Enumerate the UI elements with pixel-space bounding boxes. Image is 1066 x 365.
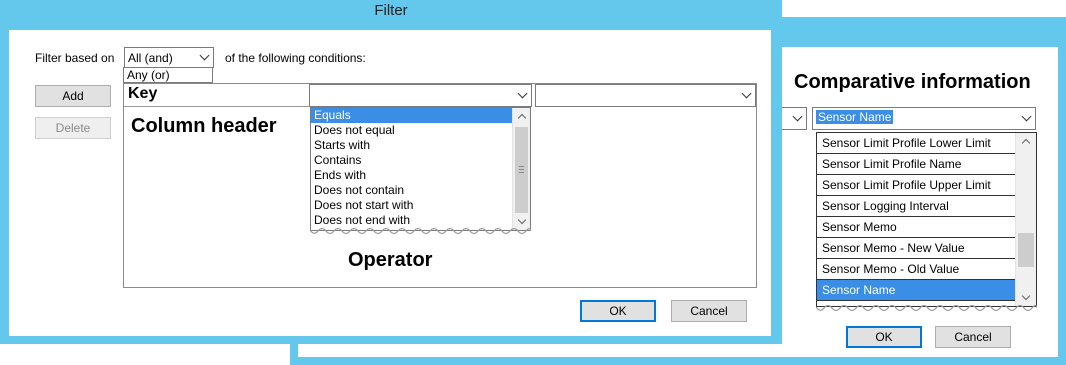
operator-combo-arrow[interactable] bbox=[781, 107, 807, 130]
filter-mode-combo[interactable]: All (and) bbox=[124, 47, 214, 68]
filter-mode-value: All (and) bbox=[128, 51, 173, 65]
operator-option[interactable]: Contains bbox=[311, 153, 513, 168]
scroll-thumb[interactable] bbox=[515, 127, 528, 213]
chevron-down-icon bbox=[1018, 108, 1035, 129]
scroll-up-icon[interactable] bbox=[513, 108, 530, 125]
scroll-up-icon[interactable] bbox=[1016, 133, 1036, 150]
value-option[interactable]: Sensor Limit Profile Lower Limit bbox=[817, 133, 1015, 154]
operator-dropdown-list[interactable]: Equals Does not equal Starts with Contains E… bbox=[310, 107, 531, 231]
operator-option[interactable]: Does not contain bbox=[311, 183, 513, 198]
scroll-grip bbox=[519, 172, 524, 173]
operator-option[interactable]: Equals bbox=[311, 108, 513, 123]
value-combo-left[interactable] bbox=[535, 84, 756, 107]
operator-option[interactable]: Does not equal bbox=[311, 123, 513, 138]
value-combo-text: Sensor Name bbox=[816, 110, 894, 124]
chevron-down-icon bbox=[738, 85, 755, 106]
column-combo-value: Key bbox=[128, 85, 158, 102]
value-dropdown-list[interactable]: Sensor Limit Profile Lower Limit Sensor L… bbox=[816, 132, 1037, 307]
conditions-label: of the following conditions: bbox=[225, 51, 366, 65]
filter-window: Filter Filter based on All (and) Any (or… bbox=[0, 0, 782, 344]
filter-window-client: Filter based on All (and) Any (or) of th… bbox=[9, 30, 771, 336]
value-option[interactable]: Sensor Limit Profile Name bbox=[817, 154, 1015, 175]
value-option[interactable]: Sensor Name bbox=[817, 280, 1015, 301]
operator-items: Equals Does not equal Starts with Contains E… bbox=[311, 108, 513, 228]
operator-option[interactable]: Does not start with bbox=[311, 198, 513, 213]
window-title: Filter bbox=[374, 2, 408, 19]
value-option[interactable]: Sensor Memo bbox=[817, 217, 1015, 238]
operator-annotation: Operator bbox=[348, 249, 433, 271]
scroll-grip bbox=[519, 169, 524, 170]
torn-edge bbox=[310, 228, 531, 235]
value-combo[interactable]: Sensor Name bbox=[812, 107, 1036, 130]
filter-window-titlebar[interactable]: Filter bbox=[0, 0, 782, 30]
add-button[interactable]: Add bbox=[35, 85, 111, 107]
value-option[interactable]: Sensor Logging Interval bbox=[817, 196, 1015, 217]
torn-edge bbox=[816, 305, 1037, 312]
column-header-annotation: Column header bbox=[131, 115, 277, 137]
chevron-down-icon bbox=[514, 85, 531, 106]
comparative-information-annotation: Comparative information bbox=[794, 71, 1031, 93]
delete-button[interactable]: Delete bbox=[35, 117, 111, 139]
operator-combo[interactable] bbox=[309, 84, 532, 107]
column-combo[interactable]: Key bbox=[124, 84, 310, 107]
cancel-button[interactable]: Cancel bbox=[671, 300, 747, 322]
value-option[interactable]: Sensor Memo - Old Value bbox=[817, 259, 1015, 280]
scroll-grip bbox=[519, 166, 524, 167]
comparative-cancel-button[interactable]: Cancel bbox=[935, 326, 1011, 348]
ok-button[interactable]: OK bbox=[580, 300, 656, 322]
comparative-ok-button[interactable]: OK bbox=[846, 326, 922, 348]
value-option[interactable]: Sensor Memo - New Value bbox=[817, 238, 1015, 259]
filter-mode-option[interactable]: Any (or) bbox=[124, 68, 212, 82]
value-items: Sensor Limit Profile Lower Limit Sensor L… bbox=[817, 133, 1015, 301]
value-list-scrollbar[interactable] bbox=[1015, 133, 1036, 306]
operator-option[interactable]: Starts with bbox=[311, 138, 513, 153]
scroll-down-icon[interactable] bbox=[1016, 289, 1036, 306]
value-option[interactable]: Sensor Limit Profile Upper Limit bbox=[817, 175, 1015, 196]
filter-based-on-label: Filter based on bbox=[35, 51, 115, 65]
filter-mode-dropdown[interactable]: Any (or) bbox=[123, 67, 213, 83]
operator-option[interactable]: Ends with bbox=[311, 168, 513, 183]
conditions-panel: Key Equals Does not equal Starts with Conta… bbox=[123, 83, 757, 288]
scroll-thumb[interactable] bbox=[1018, 233, 1034, 267]
chevron-down-icon bbox=[789, 108, 806, 129]
chevron-down-icon bbox=[196, 48, 213, 67]
operator-list-scrollbar[interactable] bbox=[512, 108, 530, 230]
operator-option[interactable]: Does not end with bbox=[311, 213, 513, 228]
